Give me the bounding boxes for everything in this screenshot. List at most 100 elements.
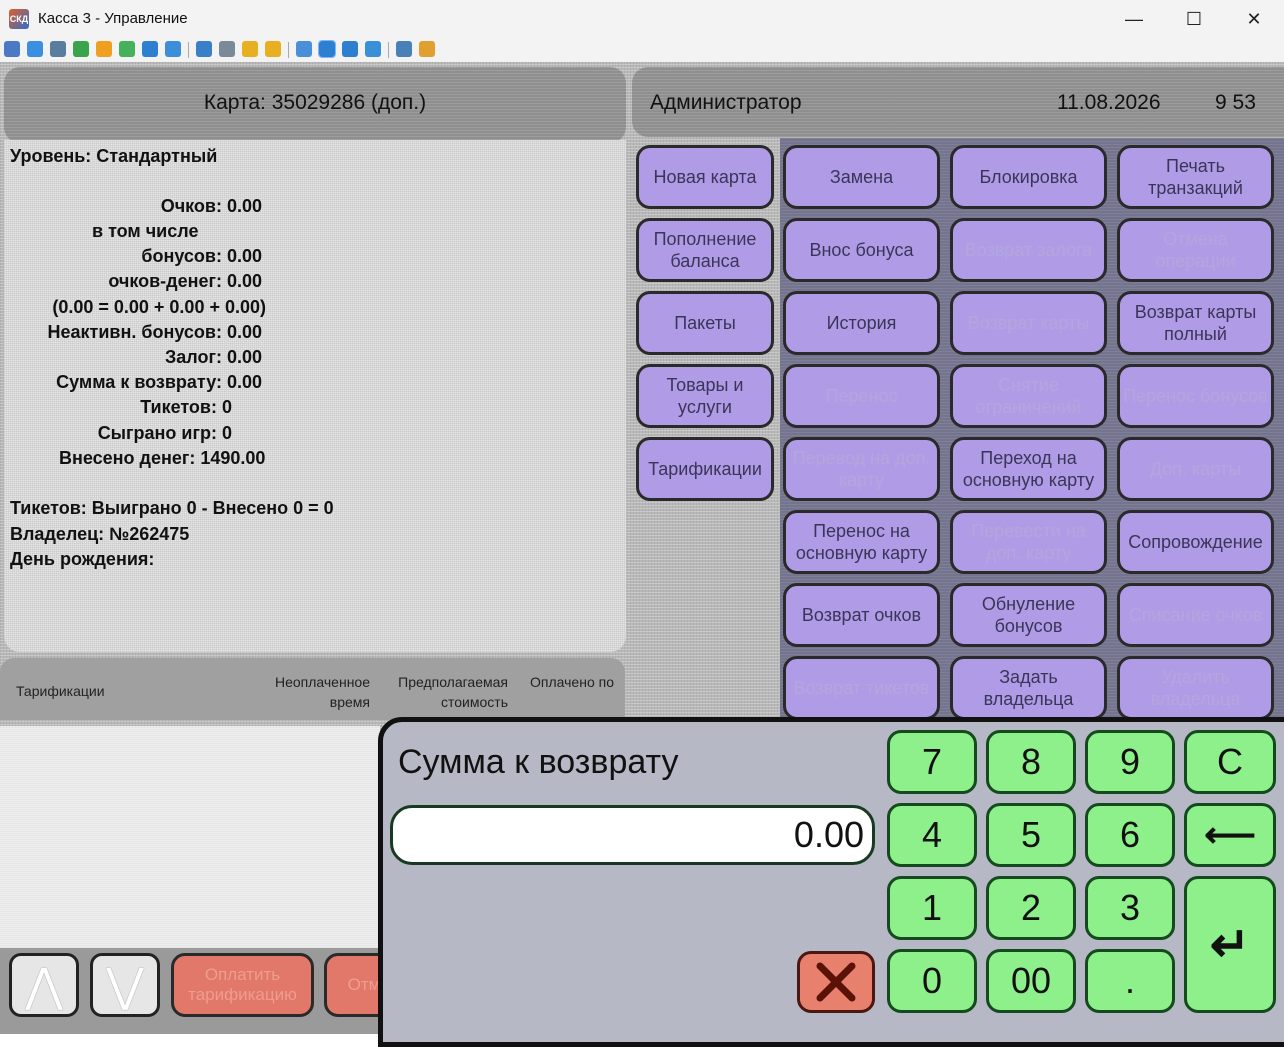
key-3[interactable]: 3 bbox=[1085, 876, 1175, 940]
key-00[interactable]: 00 bbox=[986, 949, 1076, 1013]
toolbar-separator bbox=[188, 42, 189, 58]
screen-icon[interactable] bbox=[27, 41, 43, 57]
network-icon[interactable] bbox=[219, 41, 235, 57]
tools-icon[interactable] bbox=[419, 41, 435, 57]
amount-input[interactable]: 0.00 bbox=[390, 805, 875, 865]
tickets-summary: Тикетов: Выиграно 0 - Внесено 0 = 0 bbox=[10, 498, 334, 518]
monitor-icon[interactable] bbox=[4, 41, 20, 57]
current-date: 11.08.2026 bbox=[1057, 91, 1161, 114]
action-button[interactable]: Сопровождение bbox=[1117, 510, 1274, 574]
points-formula: (0.00 = 0.00 + 0.00 + 0.00) bbox=[52, 297, 266, 317]
toolbar-separator bbox=[388, 42, 389, 58]
key-7[interactable]: 7 bbox=[887, 730, 977, 794]
window-icon[interactable] bbox=[296, 41, 312, 57]
packages-button[interactable]: Пакеты bbox=[636, 291, 774, 355]
scroll-down-button[interactable]: ⋁ bbox=[90, 953, 160, 1017]
action-button: Перенос бонусов bbox=[1117, 364, 1274, 428]
action-button: Удалить владельца bbox=[1117, 656, 1274, 720]
action-button[interactable]: Переход на основную карту bbox=[950, 437, 1107, 501]
tariffs-table-body[interactable] bbox=[0, 726, 380, 948]
col-paid-until: Оплачено по bbox=[530, 674, 614, 690]
toolbar-separator bbox=[288, 42, 289, 58]
tariffs-table-header: Тарификации Неоплаченное время Предполаг… bbox=[0, 658, 625, 720]
goods-services-button[interactable]: Товары и услуги bbox=[636, 364, 774, 428]
action-button[interactable]: Обнуление бонусов bbox=[950, 583, 1107, 647]
deposit-value: Залог: 0.00 bbox=[164, 347, 262, 367]
action-button[interactable]: Задать владельца bbox=[950, 656, 1107, 720]
fullscreen-icon[interactable] bbox=[318, 40, 336, 58]
terminal-icon[interactable] bbox=[50, 41, 66, 57]
new-card-button[interactable]: Новая карта bbox=[636, 145, 774, 209]
birthday-value: День рождения: bbox=[10, 549, 155, 569]
action-button: Доп. карты bbox=[1117, 437, 1274, 501]
bonuses-value: бонусов: 0.00 bbox=[141, 246, 262, 266]
clock-icon[interactable] bbox=[96, 41, 112, 57]
phone-icon[interactable] bbox=[142, 41, 158, 57]
col-tariffs: Тарификации bbox=[16, 683, 105, 699]
sync-icon[interactable] bbox=[73, 41, 89, 57]
action-button[interactable]: Замена bbox=[783, 145, 940, 209]
chat-icon[interactable] bbox=[119, 41, 135, 57]
col-unpaid-time: Неоплаченное время bbox=[274, 674, 370, 710]
message-icon[interactable] bbox=[165, 41, 181, 57]
action-button[interactable]: Перенос на основную карту bbox=[783, 510, 940, 574]
action-button: Перевод на доп. карту bbox=[783, 437, 940, 501]
key-6[interactable]: 6 bbox=[1085, 803, 1175, 867]
backspace-key[interactable]: ⟵ bbox=[1184, 803, 1276, 867]
operator-name: Администратор bbox=[650, 91, 802, 114]
minimize-button[interactable]: — bbox=[1104, 0, 1164, 38]
title-bar: СКД Касса 3 - Управление — ☐ ✕ bbox=[0, 0, 1284, 38]
lock-icon[interactable] bbox=[242, 41, 258, 57]
lock-open-icon[interactable] bbox=[265, 41, 281, 57]
key-0[interactable]: 0 bbox=[887, 949, 977, 1013]
pay-tariff-button[interactable]: Оплатить тарификацию bbox=[171, 953, 314, 1017]
games-played-value: Сыграно игр: 0 bbox=[97, 423, 232, 443]
action-button: Снятие ограничений bbox=[950, 364, 1107, 428]
decimal-key[interactable]: . bbox=[1085, 949, 1175, 1013]
points-value: Очков: 0.00 bbox=[160, 196, 262, 216]
copy-icon[interactable] bbox=[396, 41, 412, 57]
app-icon: СКД bbox=[9, 9, 29, 29]
col-estimated-cost: Предполагаемая стоимость bbox=[398, 674, 508, 710]
inactive-bonuses-value: Неактивн. бонусов: 0.00 bbox=[47, 322, 263, 342]
action-button: Перенос bbox=[783, 364, 940, 428]
including-label: в том числе bbox=[92, 221, 199, 241]
action-button[interactable]: Блокировка bbox=[950, 145, 1107, 209]
top-up-button[interactable]: Пополнение баланса bbox=[636, 218, 774, 282]
action-button[interactable]: Внос бонуса bbox=[783, 218, 940, 282]
enter-key[interactable]: ↵ bbox=[1184, 876, 1276, 1013]
maximize-button[interactable]: ☐ bbox=[1164, 0, 1224, 38]
scroll-up-button[interactable]: ⋀ bbox=[9, 953, 79, 1017]
toolbar bbox=[0, 38, 1284, 62]
tickets-value: Тикетов: 0 bbox=[140, 397, 232, 417]
action-button[interactable]: Возврат очков bbox=[783, 583, 940, 647]
key-4[interactable]: 4 bbox=[887, 803, 977, 867]
key-2[interactable]: 2 bbox=[986, 876, 1076, 940]
key-8[interactable]: 8 bbox=[986, 730, 1076, 794]
close-icon bbox=[816, 962, 856, 1002]
refund-sum-value: Сумма к возврату: 0.00 bbox=[56, 372, 262, 392]
close-button[interactable]: ✕ bbox=[1224, 0, 1284, 38]
card-number: Карта: 35029286 (доп.) bbox=[203, 91, 427, 114]
current-time: 9 53 bbox=[1215, 91, 1256, 114]
action-button[interactable]: Печать транзакций bbox=[1117, 145, 1274, 209]
clear-key[interactable]: C bbox=[1184, 730, 1276, 794]
cancel-button[interactable] bbox=[797, 951, 875, 1013]
action-button: Списание очков bbox=[1117, 583, 1274, 647]
tariffs-button[interactable]: Тарификации bbox=[636, 437, 774, 501]
action-button[interactable]: Возврат карты полный bbox=[1117, 291, 1274, 355]
expand-icon[interactable] bbox=[365, 41, 381, 57]
action-button: Возврат тикетов bbox=[783, 656, 940, 720]
key-5[interactable]: 5 bbox=[986, 803, 1076, 867]
upload-icon[interactable] bbox=[196, 41, 212, 57]
square-icon[interactable] bbox=[342, 41, 358, 57]
card-level: Уровень: Стандартный bbox=[10, 146, 218, 166]
action-button[interactable]: История bbox=[783, 291, 940, 355]
action-button: Перевести на доп. карту bbox=[950, 510, 1107, 574]
money-deposited-value: Внесено денег: 1490.00 bbox=[59, 448, 266, 468]
action-button: Отмена операции bbox=[1117, 218, 1274, 282]
key-9[interactable]: 9 bbox=[1085, 730, 1175, 794]
key-1[interactable]: 1 bbox=[887, 876, 977, 940]
action-button: Возврат карты bbox=[950, 291, 1107, 355]
action-button: Возврат залога bbox=[950, 218, 1107, 282]
